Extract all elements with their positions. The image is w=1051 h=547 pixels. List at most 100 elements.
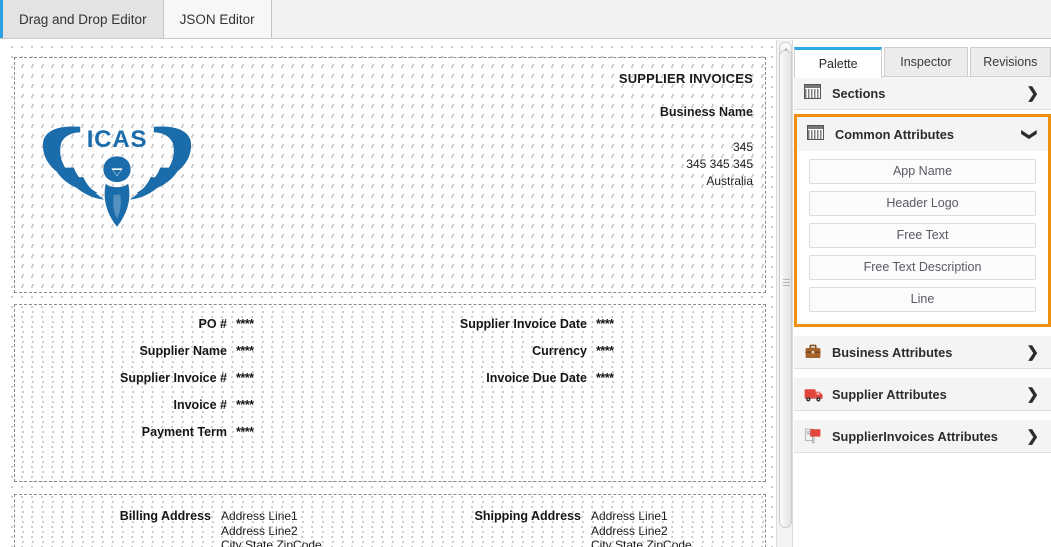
field-row-invoice-number[interactable]: Invoice # **** xyxy=(15,398,375,425)
svg-text:ICAS: ICAS xyxy=(87,126,148,153)
palette-item-free-text[interactable]: Free Text xyxy=(809,223,1036,248)
panel-spacer xyxy=(794,327,1051,336)
field-value: **** xyxy=(596,317,614,331)
field-row-supplier-name[interactable]: Supplier Name **** xyxy=(15,344,375,371)
chevron-right-icon[interactable]: ❯ xyxy=(1026,429,1039,444)
chevron-right-icon[interactable]: ❯ xyxy=(1026,345,1039,360)
tab-inspector[interactable]: Inspector xyxy=(884,47,968,76)
tab-json-editor[interactable]: JSON Editor xyxy=(163,0,272,38)
accordion-common-attributes: Common Attributes ❯ App Name Header Logo… xyxy=(794,114,1051,327)
tab-palette[interactable]: Palette xyxy=(794,47,883,78)
panel-spacer xyxy=(794,411,1051,420)
accordion-sections-header[interactable]: Sections ❯ xyxy=(794,77,1051,109)
field-row-invoice-due-date[interactable]: Invoice Due Date **** xyxy=(375,371,735,398)
accordion-supplierinvoices-attributes: SupplierInvoices Attributes ❯ xyxy=(794,420,1051,453)
invoice-stamp-icon xyxy=(804,427,822,445)
panel-spacer xyxy=(794,369,1051,378)
accordion-common-attributes-header[interactable]: Common Attributes ❯ xyxy=(797,117,1048,151)
palette-item-free-text-description[interactable]: Free Text Description xyxy=(809,255,1036,280)
field-row-po-number[interactable]: PO # **** xyxy=(15,317,375,344)
accordion-sections-title: Sections xyxy=(832,85,886,101)
canvas-section-header[interactable]: ICAS SUPPLIER INVOICES Business Name 345… xyxy=(14,57,766,293)
accordion-business-attributes-title: Business Attributes xyxy=(832,344,953,360)
field-row-payment-term[interactable]: Payment Term **** xyxy=(15,425,375,452)
grid-icon xyxy=(807,125,825,143)
field-row-currency[interactable]: Currency **** xyxy=(375,344,735,371)
header-address-line-2: 345 345 345 xyxy=(686,157,753,171)
grid-icon xyxy=(804,84,822,102)
design-canvas-area: ICAS SUPPLIER INVOICES Business Name 345… xyxy=(0,39,790,547)
tab-drag-and-drop-editor[interactable]: Drag and Drop Editor xyxy=(3,0,164,38)
business-name[interactable]: Business Name xyxy=(333,103,753,121)
billing-address-line-3: City State ZipCode xyxy=(221,538,322,547)
field-row-supplier-invoice-date[interactable]: Supplier Invoice Date **** xyxy=(375,317,735,344)
accordion-sections: Sections ❯ xyxy=(794,77,1051,110)
editor-tab-bar: Drag and Drop Editor JSON Editor xyxy=(0,0,1051,39)
field-value: **** xyxy=(236,344,254,358)
canvas-vertical-scrollbar[interactable] xyxy=(776,40,793,547)
canvas-section-fields[interactable]: PO # **** Supplier Name **** Supplier In… xyxy=(14,304,766,482)
tab-json-editor-label: JSON Editor xyxy=(179,11,255,27)
shipping-address-label: Shipping Address xyxy=(474,509,582,523)
field-value: **** xyxy=(596,344,614,358)
field-value: **** xyxy=(236,425,254,439)
right-panel: Palette Inspector Revisions Sections ❯ C… xyxy=(794,39,1051,547)
tab-revisions-label: Revisions xyxy=(983,55,1038,69)
header-address-block[interactable]: 345 345 345 345 Australia xyxy=(333,139,753,190)
palette-item-app-name[interactable]: App Name xyxy=(809,159,1036,184)
shipping-address-line-3: City State ZipCode xyxy=(591,538,692,547)
field-value: **** xyxy=(236,317,254,331)
billing-address-lines: Address Line1 Address Line2 City State Z… xyxy=(221,509,322,547)
palette-panel-body: Sections ❯ Common Attributes ❯ App Name … xyxy=(794,77,1051,547)
scrollbar-thumb[interactable] xyxy=(779,50,792,528)
accordion-common-attributes-title: Common Attributes xyxy=(835,126,954,142)
palette-item-header-logo[interactable]: Header Logo xyxy=(809,191,1036,216)
fields-column-left: PO # **** Supplier Name **** Supplier In… xyxy=(15,317,375,452)
billing-address-line-1: Address Line1 xyxy=(221,509,298,523)
accordion-supplier-attributes-header[interactable]: Supplier Attributes ❯ xyxy=(794,378,1051,410)
billing-address-block[interactable]: Billing Address Address Line1 Address Li… xyxy=(15,509,385,547)
field-label: Currency xyxy=(532,344,587,358)
tab-palette-label: Palette xyxy=(818,57,858,71)
accordion-business-attributes: Business Attributes ❯ xyxy=(794,336,1051,369)
header-address-line-3: Australia xyxy=(706,174,753,188)
billing-address-label: Billing Address xyxy=(119,509,211,523)
shipping-address-row: Shipping Address Address Line1 Address L… xyxy=(385,509,755,547)
billing-address-line-2: Address Line2 xyxy=(221,523,298,538)
field-label: Supplier Invoice # xyxy=(120,371,227,385)
chevron-down-icon[interactable]: ❯ xyxy=(1021,128,1038,141)
palette-item-line[interactable]: Line xyxy=(809,287,1036,312)
design-canvas[interactable]: ICAS SUPPLIER INVOICES Business Name 345… xyxy=(3,39,790,547)
fields-column-right: Supplier Invoice Date **** Currency ****… xyxy=(375,317,735,398)
header-address-line-1: 345 xyxy=(732,140,753,154)
document-title[interactable]: SUPPLIER INVOICES xyxy=(333,70,753,88)
field-row-supplier-invoice-number[interactable]: Supplier Invoice # **** xyxy=(15,371,375,398)
accordion-business-attributes-header[interactable]: Business Attributes ❯ xyxy=(794,336,1051,368)
canvas-section-addresses[interactable]: Billing Address Address Line1 Address Li… xyxy=(14,494,766,547)
header-logo[interactable]: ICAS xyxy=(37,118,197,230)
shipping-address-line-2: Address Line2 xyxy=(591,523,668,538)
scrollbar-grip-icon xyxy=(783,279,790,286)
briefcase-icon xyxy=(804,343,822,361)
shipping-address-block[interactable]: Shipping Address Address Line1 Address L… xyxy=(385,509,755,547)
chevron-right-icon[interactable]: ❯ xyxy=(1026,387,1039,402)
billing-address-row: Billing Address Address Line1 Address Li… xyxy=(15,509,385,547)
editor-tabs: Drag and Drop Editor JSON Editor xyxy=(3,0,272,38)
common-attributes-content: App Name Header Logo Free Text Free Text… xyxy=(797,151,1048,324)
truck-icon xyxy=(804,385,823,403)
tab-revisions[interactable]: Revisions xyxy=(969,47,1051,76)
accordion-supplierinvoices-attributes-header[interactable]: SupplierInvoices Attributes ❯ xyxy=(794,420,1051,452)
field-label: Invoice Due Date xyxy=(486,371,587,385)
field-value: **** xyxy=(596,371,614,385)
field-value: **** xyxy=(236,398,254,412)
field-value: **** xyxy=(236,371,254,385)
field-label: Payment Term xyxy=(141,425,227,439)
shipping-address-line-1: Address Line1 xyxy=(591,509,668,523)
tab-inspector-label: Inspector xyxy=(900,55,952,69)
accordion-supplier-attributes: Supplier Attributes ❯ xyxy=(794,378,1051,411)
field-label: Supplier Name xyxy=(139,344,227,358)
field-label: Invoice # xyxy=(173,398,228,412)
accordion-supplier-attributes-title: Supplier Attributes xyxy=(832,386,947,402)
field-label: Supplier Invoice Date xyxy=(459,317,587,331)
chevron-right-icon[interactable]: ❯ xyxy=(1026,86,1039,101)
